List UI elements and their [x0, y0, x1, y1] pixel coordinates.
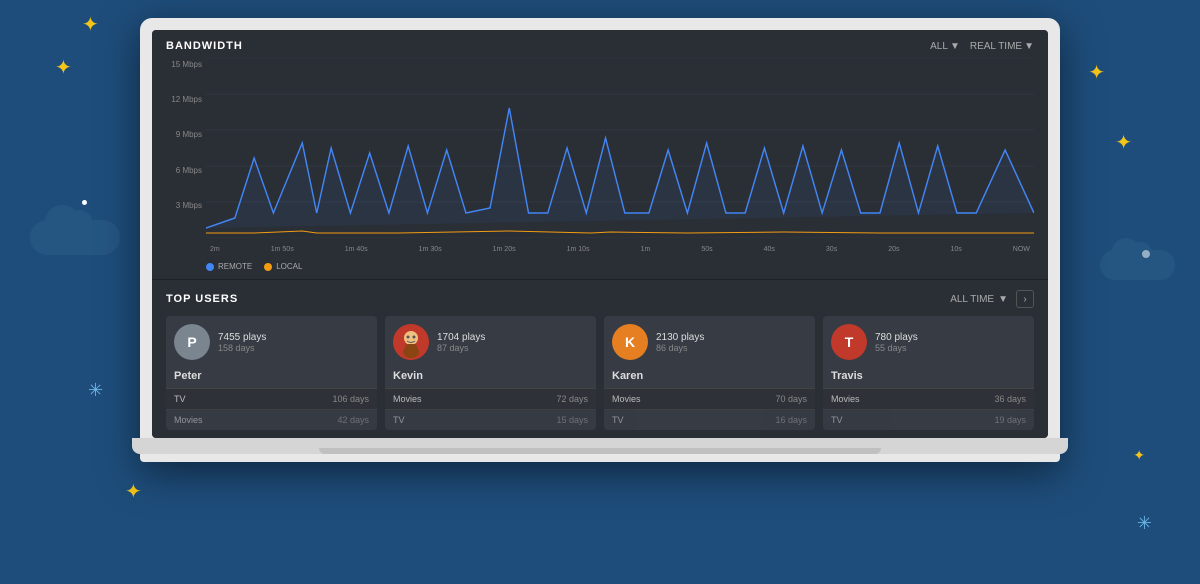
top-users-title: TOP USERS [166, 293, 238, 305]
bandwidth-title: BANDWIDTH [166, 40, 243, 52]
kevin-media2: TV 15 days [385, 409, 596, 430]
chart-x-axis: 2m 1m 50s 1m 40s 1m 30s 1m 20s 1m 10s 1m… [206, 240, 1034, 258]
peter-media1: TV 106 days [166, 388, 377, 409]
avatar-peter: P [174, 324, 210, 360]
laptop-bezel: BANDWIDTH ALL ▼ REAL TIME ▼ [140, 18, 1060, 462]
kevin-plays: 1704 plays [437, 332, 588, 343]
top-users-header: TOP USERS ALL TIME ▼ › [166, 290, 1034, 308]
bandwidth-header: BANDWIDTH ALL ▼ REAL TIME ▼ [166, 40, 1034, 52]
snowflake-icon: ✳ [1137, 513, 1152, 534]
snowflake-icon: ✳ [88, 380, 103, 401]
avatar-kevin [393, 324, 429, 360]
travis-name: Travis [823, 366, 1034, 388]
bandwidth-section: BANDWIDTH ALL ▼ REAL TIME ▼ [152, 30, 1048, 280]
sparkle-icon: ✦ [1115, 130, 1132, 155]
user-card-karen[interactable]: K 2130 plays 86 days Karen Movies 70 day… [604, 316, 815, 430]
bandwidth-controls: ALL ▼ REAL TIME ▼ [930, 41, 1034, 52]
avatar-karen: K [612, 324, 648, 360]
top-users-controls: ALL TIME ▼ › [950, 290, 1034, 308]
laptop-base [132, 438, 1068, 454]
travis-plays: 780 plays [875, 332, 1026, 343]
bandwidth-chart: 15 Mbps 12 Mbps 9 Mbps 6 Mbps 3 Mbps [166, 58, 1034, 258]
karen-days: 86 days [656, 343, 807, 353]
next-arrow-btn[interactable]: › [1016, 290, 1034, 308]
remote-legend-dot [206, 263, 214, 271]
legend-local: LOCAL [264, 262, 302, 271]
travis-media2: TV 19 days [823, 409, 1034, 430]
top-users-section: TOP USERS ALL TIME ▼ › [152, 280, 1048, 438]
laptop-screen: BANDWIDTH ALL ▼ REAL TIME ▼ [152, 30, 1048, 438]
travis-media1: Movies 36 days [823, 388, 1034, 409]
dashboard: BANDWIDTH ALL ▼ REAL TIME ▼ [152, 30, 1048, 438]
all-filter-btn[interactable]: ALL ▼ [930, 41, 960, 52]
chart-y-axis: 15 Mbps 12 Mbps 9 Mbps 6 Mbps 3 Mbps [166, 58, 206, 238]
karen-name: Karen [604, 366, 815, 388]
sparkle-icon: ✦ [1088, 60, 1105, 85]
legend-remote: REMOTE [206, 262, 252, 271]
cloud-decoration [30, 220, 120, 255]
user-card-travis[interactable]: T 780 plays 55 days Travis Movies 36 day… [823, 316, 1034, 430]
travis-days: 55 days [875, 343, 1026, 353]
peter-media2: Movies 42 days [166, 409, 377, 430]
cloud-decoration [1100, 250, 1175, 280]
all-time-filter-btn[interactable]: ALL TIME ▼ [950, 294, 1008, 305]
user-card-kevin[interactable]: 1704 plays 87 days Kevin Movies 72 days … [385, 316, 596, 430]
karen-plays: 2130 plays [656, 332, 807, 343]
travis-stats: 780 plays 55 days [875, 332, 1026, 353]
chart-svg [206, 58, 1034, 238]
peter-days: 158 days [218, 343, 369, 353]
sparkle-icon: ✦ [82, 12, 99, 37]
peter-name: Peter [166, 366, 377, 388]
kevin-media1: Movies 72 days [385, 388, 596, 409]
kevin-stats: 1704 plays 87 days [437, 332, 588, 353]
kevin-name: Kevin [385, 366, 596, 388]
sparkle-icon: ✦ [55, 55, 72, 80]
sparkle-small-icon: ✦ [1133, 447, 1145, 464]
karen-stats: 2130 plays 86 days [656, 332, 807, 353]
realtime-filter-btn[interactable]: REAL TIME ▼ [970, 41, 1034, 52]
chart-legend: REMOTE LOCAL [166, 258, 1034, 271]
kevin-days: 87 days [437, 343, 588, 353]
avatar-travis: T [831, 324, 867, 360]
user-cards-grid: P 7455 plays 158 days Peter TV 106 days [166, 316, 1034, 430]
peter-stats: 7455 plays 158 days [218, 332, 369, 353]
local-legend-dot [264, 263, 272, 271]
decoration-dot [82, 200, 87, 205]
peter-plays: 7455 plays [218, 332, 369, 343]
laptop: BANDWIDTH ALL ▼ REAL TIME ▼ [140, 18, 1060, 554]
user-card-peter[interactable]: P 7455 plays 158 days Peter TV 106 days [166, 316, 377, 430]
karen-media1: Movies 70 days [604, 388, 815, 409]
karen-media2: TV 16 days [604, 409, 815, 430]
